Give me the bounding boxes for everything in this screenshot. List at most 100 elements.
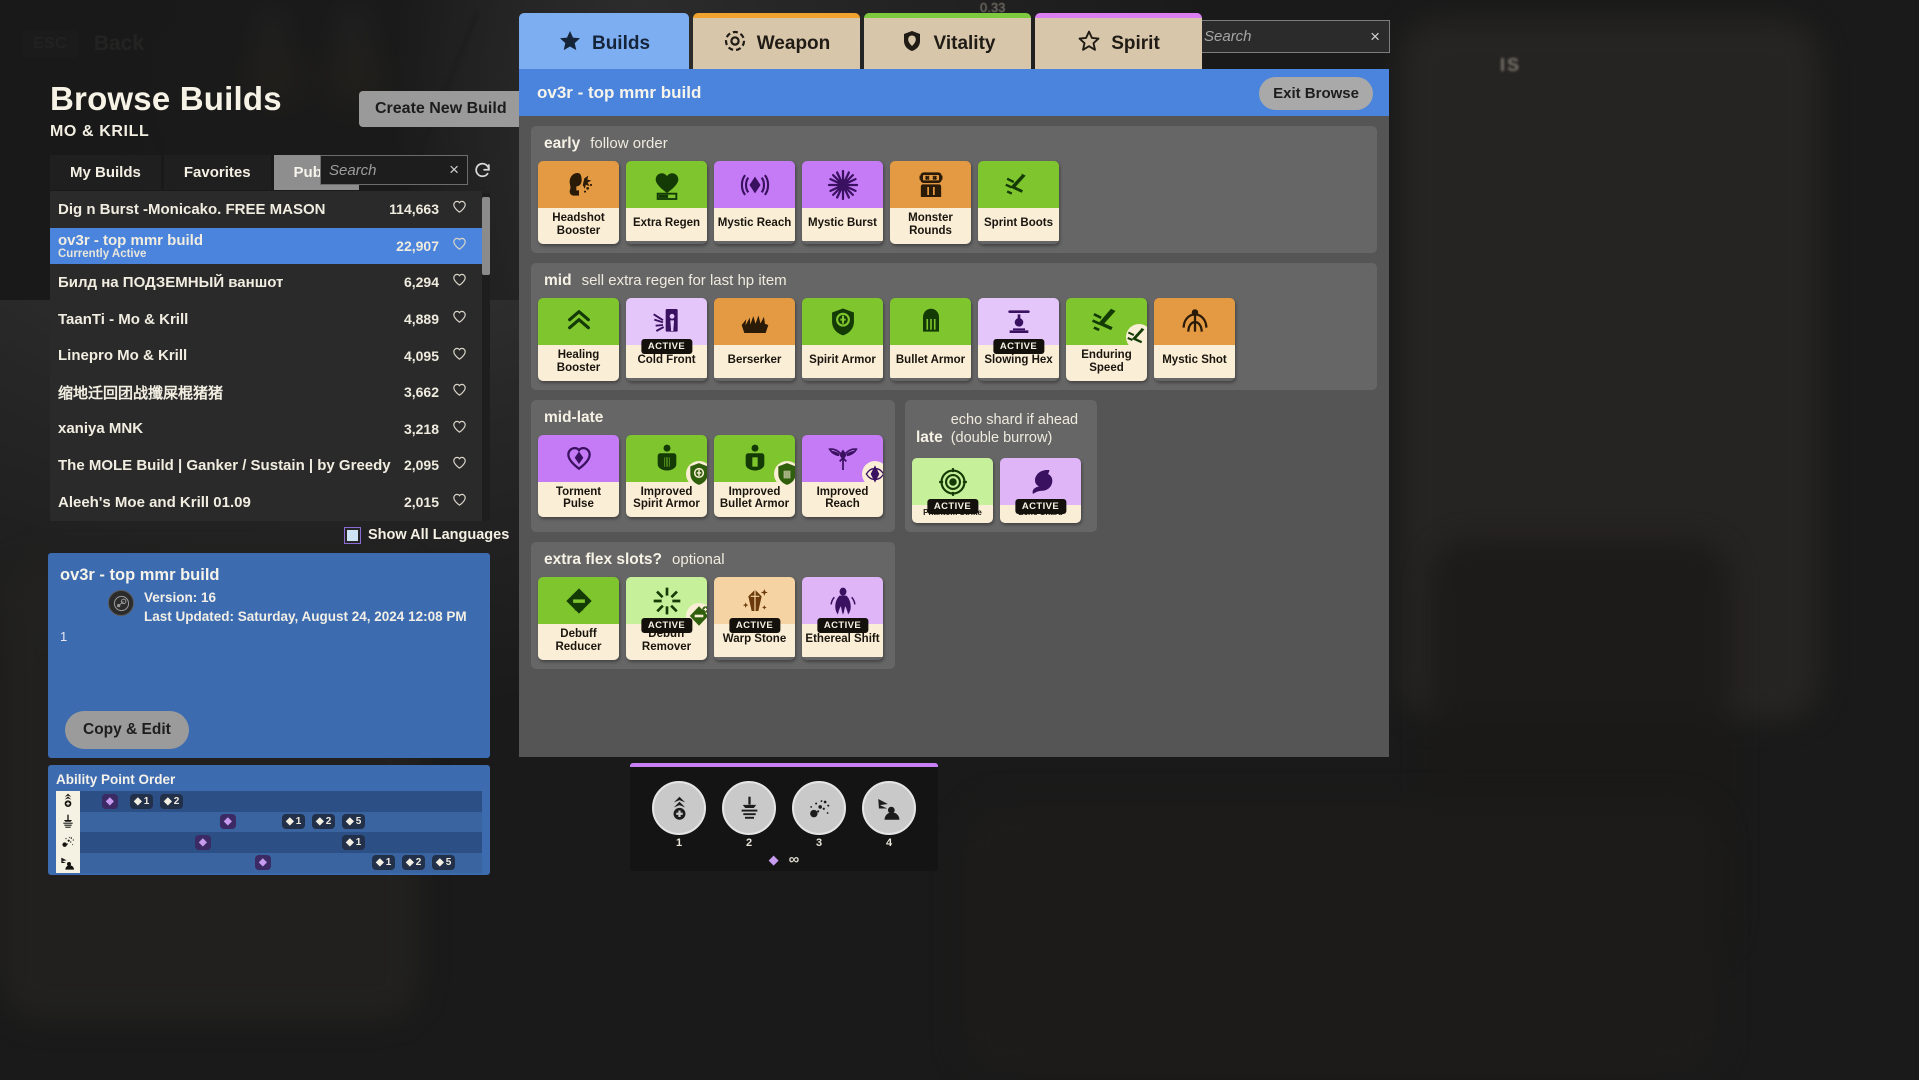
exit-browse-button[interactable]: Exit Browse — [1259, 77, 1373, 110]
build-item[interactable]: Sprint Boots — [978, 161, 1059, 244]
build-item-count: 3,218 — [404, 421, 439, 437]
build-item[interactable]: Enduring Speed — [1066, 298, 1147, 381]
tab-weapon[interactable]: Weapon — [693, 13, 860, 69]
sand-blast-icon — [56, 832, 80, 853]
improved-reach-icon — [802, 435, 883, 482]
build-item[interactable]: Torment Pulse — [538, 435, 619, 518]
favorite-heart-icon[interactable] — [451, 198, 468, 220]
combo-icon[interactable] — [862, 781, 916, 835]
ability-point-pip[interactable]: ◆1 — [372, 855, 395, 870]
refresh-icon[interactable] — [473, 161, 492, 185]
ability-slot[interactable]: 3 — [792, 781, 846, 849]
tab-label: Spirit — [1111, 33, 1160, 55]
scrollbar-thumb[interactable] — [482, 197, 490, 275]
ability-slot[interactable]: 4 — [862, 781, 916, 849]
ability-point-pip[interactable]: ◆1 — [130, 794, 153, 809]
ability-bar-footer: ◆ ∞ — [630, 851, 938, 868]
build-item[interactable]: Extra Regen — [626, 161, 707, 244]
ability-slot[interactable]: 2 — [722, 781, 776, 849]
ability-point-pip[interactable]: ◆2 — [402, 855, 425, 870]
chevron-up-icon — [538, 298, 619, 345]
favorite-heart-icon[interactable] — [451, 381, 468, 403]
build-list-scrollbar[interactable] — [482, 193, 490, 521]
build-item[interactable]: Improved Bullet Armor — [714, 435, 795, 518]
ability-point-pip[interactable]: ◆1 — [342, 835, 365, 850]
tab-spirit[interactable]: Spirit — [1035, 13, 1202, 69]
build-item[interactable]: ACTIVECold Front — [626, 298, 707, 381]
clear-icon[interactable]: × — [1370, 27, 1380, 47]
section-items: Healing BoosterACTIVECold FrontBerserker… — [538, 298, 1370, 381]
ability-point-pip[interactable]: ◆ — [102, 794, 118, 809]
build-list-item[interactable]: ov3r - top mmr buildCurrently Active22,9… — [50, 228, 482, 265]
ability-point-diamond-icon: ◆ — [769, 852, 779, 868]
build-item[interactable]: Debuff Reducer — [538, 577, 619, 660]
favorite-heart-icon[interactable] — [451, 418, 468, 440]
build-item[interactable]: Monster Rounds — [890, 161, 971, 244]
build-item[interactable]: Improved Reach — [802, 435, 883, 518]
build-item[interactable]: Improved Spirit Armor — [626, 435, 707, 518]
build-list-item[interactable]: Aleeh's Moe and Krill 01.092,015 — [50, 484, 482, 521]
build-item[interactable]: ACTIVEEthereal Shift — [802, 577, 883, 660]
build-list-item[interactable]: TaanTi - Mo & Krill4,889 — [50, 301, 482, 338]
section-note: follow order — [590, 135, 668, 152]
build-item-count: 2,015 — [404, 494, 439, 510]
ability-point-pip[interactable]: ◆ — [220, 814, 236, 829]
build-list-item[interactable]: The MOLE Build | Ganker / Sustain | by G… — [50, 447, 482, 484]
diamond-icon: ◆ — [286, 816, 294, 827]
ability-point-pip[interactable]: ◆1 — [282, 814, 305, 829]
sand-blast-icon[interactable] — [792, 781, 846, 835]
bg-decor — [960, 800, 1720, 1080]
build-list-item[interactable]: Билд на ПОДЗЕМНЫЙ ваншот6,294 — [50, 264, 482, 301]
burrow-icon[interactable] — [652, 781, 706, 835]
build-item-count: 4,095 — [404, 348, 439, 364]
favorite-heart-icon[interactable] — [451, 235, 468, 257]
favorite-heart-icon[interactable] — [451, 271, 468, 293]
clear-icon[interactable]: × — [449, 160, 459, 180]
build-item-label: Mystic Shot — [1154, 345, 1235, 378]
copy-and-edit-button[interactable]: Copy & Edit — [65, 711, 189, 749]
build-filter-tab-my-builds[interactable]: My Builds — [50, 155, 161, 190]
favorite-heart-icon[interactable] — [451, 454, 468, 476]
build-list-item[interactable]: xaniya MNK3,218 — [50, 411, 482, 448]
ability-point-pip[interactable]: ◆2 — [312, 814, 335, 829]
build-item[interactable]: Headshot Booster — [538, 161, 619, 244]
build-item[interactable]: Healing Booster — [538, 298, 619, 381]
build-list-item[interactable]: 缩地迁回团战攕屎棍猪猪3,662 — [50, 374, 482, 411]
build-item[interactable]: ACTIVEDebuff Remover — [626, 577, 707, 660]
checkbox-icon[interactable] — [345, 528, 360, 543]
status-badge: ACTIVE — [729, 618, 780, 633]
build-item[interactable]: ACTIVEPhantom Strike — [912, 458, 993, 523]
build-item[interactable]: ACTIVEWarp Stone — [714, 577, 795, 660]
build-item[interactable]: Mystic Shot — [1154, 298, 1235, 381]
build-item-count: 2,095 — [404, 457, 439, 473]
tab-builds[interactable]: Builds — [519, 13, 689, 69]
tab-vitality[interactable]: Vitality — [864, 13, 1031, 69]
build-item[interactable]: Mystic Reach — [714, 161, 795, 244]
ability-point-pip[interactable]: ◆ — [195, 835, 211, 850]
build-item[interactable]: Mystic Burst — [802, 161, 883, 244]
build-filter-tab-favorites[interactable]: Favorites — [164, 155, 271, 190]
show-all-languages-toggle[interactable]: Show All Languages — [345, 527, 509, 543]
build-item-label: Mystic Burst — [802, 208, 883, 241]
ability-slot[interactable]: 1 — [652, 781, 706, 849]
item-search-input[interactable]: Search × — [1194, 20, 1390, 53]
build-list-item[interactable]: Dig n Burst -Monicako. FREE MASON114,663 — [50, 191, 482, 228]
ability-point-pip[interactable]: ◆5 — [432, 855, 455, 870]
build-item[interactable]: ACTIVESlowing Hex — [978, 298, 1059, 381]
build-item[interactable]: Bullet Armor — [890, 298, 971, 381]
build-list-item[interactable]: Linepro Mo & Krill4,095 — [50, 337, 482, 374]
build-item[interactable]: ACTIVEEcho Shard — [1000, 458, 1081, 523]
ability-point-pip[interactable]: ◆ — [255, 855, 271, 870]
favorite-heart-icon[interactable] — [451, 491, 468, 513]
favorite-heart-icon[interactable] — [451, 345, 468, 367]
create-new-build-button[interactable]: Create New Build — [359, 91, 523, 127]
build-search-input[interactable]: Search × — [320, 155, 468, 185]
ability-point-pip[interactable]: ◆2 — [160, 794, 183, 809]
mid-late-row: mid-lateTorment PulseImproved Spirit Arm… — [531, 400, 1377, 533]
build-item[interactable]: Spirit Armor — [802, 298, 883, 381]
ability-point-pip[interactable]: ◆5 — [342, 814, 365, 829]
favorite-heart-icon[interactable] — [451, 308, 468, 330]
build-list[interactable]: Dig n Burst -Monicako. FREE MASON114,663… — [50, 191, 482, 521]
build-item[interactable]: Berserker — [714, 298, 795, 381]
tremor-icon[interactable] — [722, 781, 776, 835]
